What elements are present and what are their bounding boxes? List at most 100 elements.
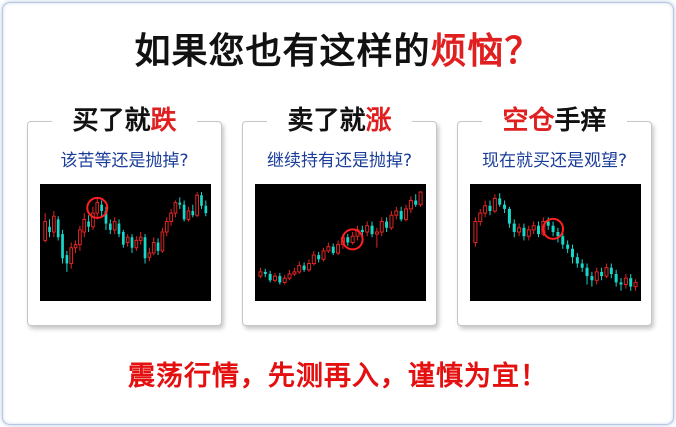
candle-body <box>503 204 507 209</box>
candle-body <box>561 236 565 245</box>
candle-body <box>204 205 208 214</box>
candle-body <box>108 223 112 230</box>
candle-body <box>492 197 497 212</box>
candle-body <box>604 267 609 277</box>
candle-body <box>517 227 522 233</box>
candle-body <box>336 244 341 254</box>
panel-title: 买了就跌 <box>52 104 197 138</box>
candle-body <box>302 265 306 270</box>
candle-body <box>531 225 536 231</box>
candle-body <box>48 226 51 232</box>
footer-slogan: 震荡行情，先测再入，谨慎为宜！ <box>128 361 548 392</box>
candlestick-chart <box>255 184 426 301</box>
candle-body <box>600 271 604 277</box>
panel-subtitle: 继续持有还是抛掉? <box>266 151 413 171</box>
candle-body <box>272 275 277 281</box>
candle-body <box>134 239 139 249</box>
candle-body <box>590 276 594 281</box>
candle-body <box>195 194 199 216</box>
candle-body <box>112 221 117 231</box>
candle-body <box>478 212 483 222</box>
candle-body <box>160 231 165 252</box>
candle-body <box>143 237 147 259</box>
panel-title: 卖了就涨 <box>267 104 412 138</box>
candle-body <box>404 208 409 220</box>
candle-body <box>306 263 311 271</box>
candle-body <box>619 282 623 285</box>
candle-body <box>512 223 516 232</box>
candle-body <box>546 221 550 226</box>
candle-body <box>385 221 389 228</box>
candle-body <box>575 257 579 264</box>
candle-body <box>147 252 152 258</box>
candlestick-svg <box>473 193 638 291</box>
candle-body <box>507 208 511 224</box>
panel-sold-then-rises: 卖了就涨 继续持有还是抛掉? <box>242 104 437 326</box>
panel-bought-then-falls: 买了就跌 该苦等还是抛掉? <box>27 104 222 326</box>
candle-body <box>331 246 335 253</box>
candle-body <box>526 229 531 237</box>
candle-body <box>82 218 87 233</box>
candle-body <box>164 221 169 233</box>
candle-body <box>317 255 321 260</box>
candle-body <box>65 255 69 264</box>
candle-body <box>130 237 134 248</box>
candle-body <box>609 267 613 274</box>
candle-body <box>585 267 589 277</box>
candle-body <box>537 225 541 235</box>
candle-body <box>365 225 370 233</box>
candle-body <box>360 229 364 232</box>
panel-title-highlight: 涨 <box>365 106 392 136</box>
candle-body <box>374 231 379 235</box>
candle-body <box>56 219 60 238</box>
candle-body <box>414 200 418 205</box>
candle-body <box>138 236 143 241</box>
candle-body <box>311 254 316 264</box>
headline: 如果您也有这样的烦恼？ <box>0 30 676 74</box>
candle-body <box>633 281 638 288</box>
candle-body <box>498 198 502 205</box>
candle-body <box>43 221 48 241</box>
candle-body <box>399 211 403 220</box>
candle-body <box>473 221 478 243</box>
candle-body <box>95 202 100 214</box>
candlestick-chart <box>470 184 641 301</box>
candle-body <box>87 221 90 227</box>
candle-body <box>156 242 160 251</box>
candle-body <box>73 244 78 249</box>
candle-body <box>594 271 599 281</box>
candle-body <box>522 227 526 237</box>
panel-title-highlight: 跌 <box>150 106 177 136</box>
candle-body <box>52 215 56 233</box>
panel-title-highlight: 空仓 <box>502 106 555 136</box>
candle-body <box>297 265 302 273</box>
headline-main: 如果您也有这样的 <box>134 31 431 72</box>
panel-empty-position-itchy: 空仓手痒 现在就买还是观望? <box>457 104 652 326</box>
candle-body <box>186 210 191 220</box>
candle-body <box>379 221 384 233</box>
candle-body <box>394 210 399 216</box>
candle-body <box>263 271 267 274</box>
candle-body <box>169 212 173 222</box>
candle-body <box>282 277 287 283</box>
candle-body <box>125 236 130 243</box>
candle-body <box>151 242 156 254</box>
candle-body <box>61 234 64 259</box>
candle-body <box>178 202 182 205</box>
candle-body <box>483 205 488 214</box>
candle-body <box>258 271 263 277</box>
candle-body <box>580 263 584 268</box>
candle-body <box>346 237 350 243</box>
candle-body <box>350 235 355 244</box>
candlestick-chart <box>40 184 211 301</box>
candle-body <box>117 223 121 235</box>
panel-title-main: 买了就 <box>72 106 151 136</box>
candle-body <box>287 273 292 279</box>
candle-body <box>173 202 178 214</box>
candlestick-svg <box>258 191 423 285</box>
candle-body <box>69 247 74 264</box>
candlestick-svg <box>43 192 208 272</box>
candle-body <box>182 204 186 220</box>
candle-body <box>488 205 492 211</box>
candle-body <box>570 248 574 258</box>
